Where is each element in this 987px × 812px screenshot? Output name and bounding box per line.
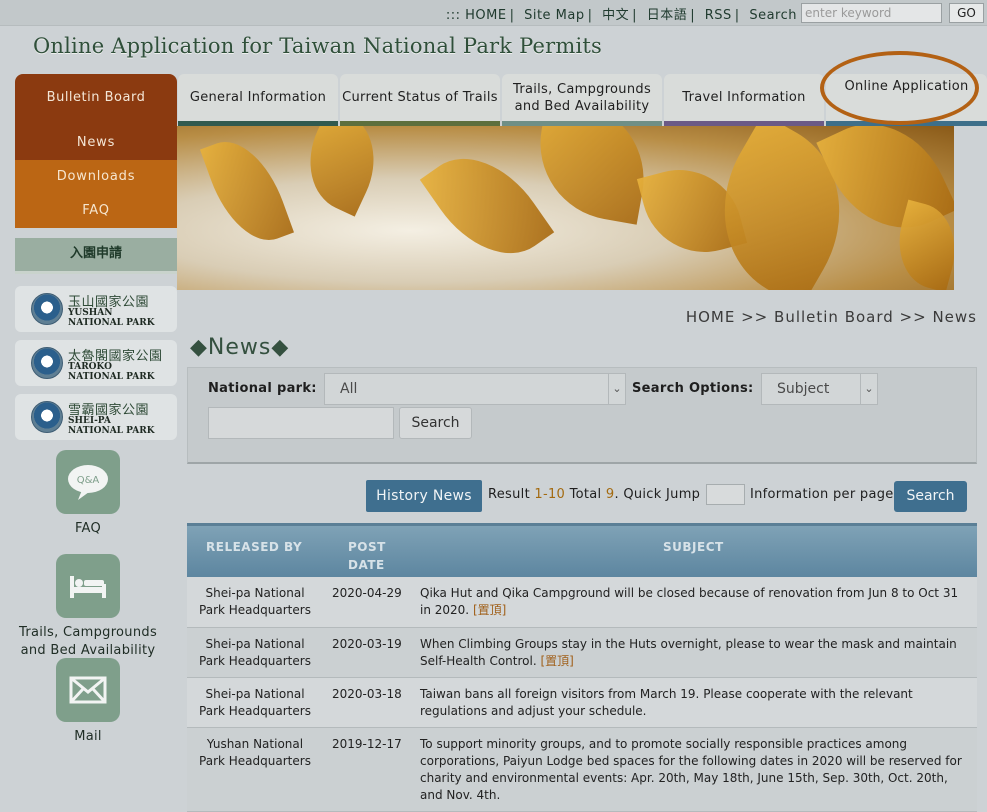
row-subject-text[interactable]: To support minority groups, and to promo… <box>420 737 962 802</box>
search-options-select[interactable]: Subject ⌄ <box>761 373 878 405</box>
park-yushan-link[interactable]: 玉山國家公園 YUSHAN NATIONAL PARK <box>15 286 177 332</box>
row-subject[interactable]: Taiwan bans all foreign visitors from Ma… <box>420 686 968 720</box>
highlight-ring <box>820 51 979 125</box>
site-title[interactable]: Online Application for Taiwan National P… <box>33 34 602 58</box>
japanese-link[interactable]: 日本語 <box>647 8 688 23</box>
sheipa-logo-icon <box>31 401 63 433</box>
row-released-by: Shei-pa National Park Headquarters <box>199 586 311 617</box>
quick-link-trails[interactable]: Trails, Campgrounds and Bed Availability <box>13 554 163 660</box>
qa-icon-text: Q&A <box>77 475 100 486</box>
home-link[interactable]: HOME <box>465 8 506 23</box>
national-park-label: National park: <box>208 381 317 396</box>
table-row[interactable]: Yushan National Park Headquarters 2019-1… <box>187 728 977 812</box>
top-utility-bar: ::: HOME | Site Map | 中文 | 日本語 | RSS | Search… <box>0 0 987 26</box>
row-released-by: Shei-pa National Park Headquarters <box>199 637 311 668</box>
search-options-label: Search Options: <box>632 381 754 396</box>
sidebar-header-bulletin-board[interactable]: Bulletin Board <box>15 74 177 122</box>
history-news-button[interactable]: History News <box>366 480 482 512</box>
park-taroko-link[interactable]: 太魯閣國家公園 TAROKO NATIONAL PARK <box>15 340 177 386</box>
banner-image <box>177 126 954 300</box>
col-released-by: RELEASED BY <box>206 540 303 554</box>
row-post-date: 2020-04-29 <box>332 586 402 600</box>
row-subject[interactable]: To support minority groups, and to promo… <box>420 736 968 804</box>
bed-icon[interactable] <box>56 554 120 618</box>
col-subject: SUBJECT <box>663 540 724 554</box>
pager-search-button[interactable]: Search <box>894 481 967 512</box>
top-links: ::: HOME | Site Map | 中文 | 日本語 | RSS | Search <box>445 8 797 23</box>
national-park-select[interactable]: All ⌄ <box>324 373 626 405</box>
table-row[interactable]: Shei-pa National Park Headquarters 2020-… <box>187 678 977 728</box>
park-name-en: SHEI-PA NATIONAL PARK <box>68 416 155 436</box>
quick-link-mail-label[interactable]: Mail <box>13 728 163 746</box>
park-name-en: YUSHAN NATIONAL PARK <box>68 308 155 328</box>
quick-jump-label: Quick Jump <box>623 487 701 502</box>
rss-link[interactable]: RSS <box>705 8 732 23</box>
search-input[interactable] <box>801 3 942 23</box>
news-table: RELEASED BY POST DATE SUBJECT Shei-pa Na… <box>187 523 977 812</box>
row-released-by: Shei-pa National Park Headquarters <box>199 687 311 718</box>
row-released-by: Yushan National Park Headquarters <box>199 737 311 768</box>
chevron-down-icon[interactable]: ⌄ <box>608 374 625 404</box>
quick-link-mail[interactable]: Mail <box>13 658 163 746</box>
result-label: Result <box>488 487 530 502</box>
search-options-value: Subject <box>777 381 830 397</box>
park-sheipa-link[interactable]: 雪霸國家公園 SHEI-PA NATIONAL PARK <box>15 394 177 440</box>
quick-link-faq[interactable]: Q&A FAQ <box>13 450 163 538</box>
page-title: ◆News◆ <box>190 335 290 360</box>
per-page-label: Information per page <box>750 487 894 502</box>
result-range: 1-10 <box>534 487 566 502</box>
row-post-date: 2020-03-18 <box>332 687 402 701</box>
qa-icon[interactable]: Q&A <box>56 450 120 514</box>
sidebar-item-faq[interactable]: FAQ <box>15 194 177 228</box>
go-button[interactable]: GO <box>949 3 984 23</box>
national-park-value: All <box>340 381 358 397</box>
row-subject[interactable]: Qika Hut and Qika Campground will be clo… <box>420 585 968 619</box>
row-subject-text[interactable]: When Climbing Groups stay in the Huts ov… <box>420 637 957 668</box>
breadcrumb: HOME >> Bulletin Board >> News <box>685 308 977 326</box>
keyword-input[interactable] <box>208 407 394 439</box>
total-label: Total <box>569 487 602 502</box>
tab-trails-campgrounds[interactable]: Trails, Campgrounds and Bed Availability <box>502 74 662 126</box>
sidebar: Bulletin Board News Downloads FAQ 入園申請 玉… <box>15 74 177 440</box>
table-row[interactable]: Shei-pa National Park Headquarters 2020-… <box>187 628 977 678</box>
result-summary: Result 1-10 Total 9. Quick Jump <box>488 487 701 502</box>
row-post-date: 2020-03-19 <box>332 637 402 651</box>
yushan-logo-icon <box>31 293 63 325</box>
pinned-tag: [置頂] <box>540 654 574 668</box>
site-map-link[interactable]: Site Map <box>524 8 585 23</box>
quick-link-faq-label[interactable]: FAQ <box>13 520 163 538</box>
tab-current-status-of-trails[interactable]: Current Status of Trails <box>340 74 500 126</box>
quick-jump-input[interactable] <box>706 484 745 505</box>
sidebar-item-downloads[interactable]: Downloads <box>15 160 177 194</box>
table-row[interactable]: Shei-pa National Park Headquarters 2020-… <box>187 577 977 628</box>
table-header: RELEASED BY POST DATE SUBJECT <box>187 523 977 577</box>
search-label: Search <box>749 8 797 23</box>
mail-icon[interactable] <box>56 658 120 722</box>
park-name-en: TAROKO NATIONAL PARK <box>68 362 155 382</box>
tab-general-information[interactable]: General Information <box>178 74 338 126</box>
sidebar-item-news[interactable]: News <box>15 122 177 160</box>
apply-header: 入園申請 <box>15 238 177 274</box>
taroko-logo-icon <box>31 347 63 379</box>
col-post-date: POST DATE <box>348 540 386 572</box>
pinned-tag: [置頂] <box>472 603 507 617</box>
chevron-down-icon[interactable]: ⌄ <box>860 374 877 404</box>
top-links-prefix: ::: <box>445 8 461 23</box>
chinese-link[interactable]: 中文 <box>602 8 629 23</box>
tab-travel-information[interactable]: Travel Information <box>664 74 824 126</box>
row-post-date: 2019-12-17 <box>332 737 402 751</box>
filter-search-button[interactable]: Search <box>399 407 472 439</box>
row-subject-text[interactable]: Taiwan bans all foreign visitors from Ma… <box>420 687 913 718</box>
row-subject[interactable]: When Climbing Groups stay in the Huts ov… <box>420 636 968 670</box>
quick-link-trails-label[interactable]: Trails, Campgrounds and Bed Availability <box>13 624 163 660</box>
